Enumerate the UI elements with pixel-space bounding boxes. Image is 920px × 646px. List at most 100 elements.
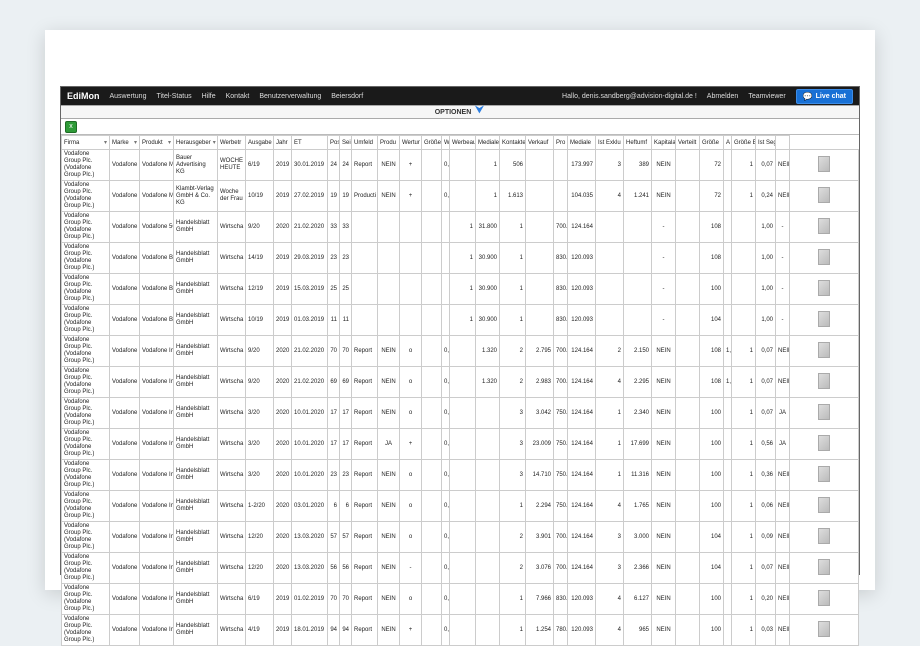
- filter-icon[interactable]: ▾: [168, 139, 171, 146]
- thumbnail-cell[interactable]: [790, 243, 859, 274]
- col-header[interactable]: Ist Segr: [756, 136, 776, 150]
- thumbnail-cell[interactable]: [790, 274, 859, 305]
- cell: [476, 460, 500, 491]
- thumbnail-cell[interactable]: [790, 367, 859, 398]
- table-row[interactable]: Vodafone Group Plc. (Vodafone Group Plc.…: [62, 367, 859, 398]
- cell: 1,06: [724, 336, 732, 367]
- thumbnail-cell[interactable]: [790, 522, 859, 553]
- table-row[interactable]: Vodafone Group Plc. (Vodafone Group Plc.…: [62, 336, 859, 367]
- col-header[interactable]: A: [724, 136, 732, 150]
- col-header[interactable]: Umfeld: [352, 136, 378, 150]
- col-header[interactable]: Werbeau: [450, 136, 476, 150]
- cell: 3/20: [246, 429, 274, 460]
- col-header[interactable]: Verkauf: [526, 136, 554, 150]
- livechat-button[interactable]: Live chat: [796, 89, 853, 104]
- cell: 1-2/20: [246, 491, 274, 522]
- col-header[interactable]: Werbetr: [218, 136, 246, 150]
- col-header[interactable]: Produkt▾: [140, 136, 174, 150]
- col-header[interactable]: [776, 136, 790, 150]
- cell: 3: [500, 398, 526, 429]
- menu-item[interactable]: Benutzerverwaltung: [259, 93, 321, 100]
- thumbnail-cell[interactable]: [790, 429, 859, 460]
- cell: 124.164: [568, 429, 596, 460]
- col-header[interactable]: Marke▾: [110, 136, 140, 150]
- cell: 750.000: [554, 491, 568, 522]
- table-row[interactable]: Vodafone Group Plc. (Vodafone Group Plc.…: [62, 522, 859, 553]
- link-logout[interactable]: Abmelden: [707, 93, 739, 100]
- cell: JA: [776, 429, 790, 460]
- col-header[interactable]: ET: [292, 136, 328, 150]
- table-row[interactable]: Vodafone Group Plc. (Vodafone Group Plc.…: [62, 553, 859, 584]
- table-row[interactable]: Vodafone Group Plc. (Vodafone Group Plc.…: [62, 150, 859, 181]
- col-header[interactable]: Verteilt: [676, 136, 700, 150]
- cell: 33: [340, 212, 352, 243]
- thumbnail-cell[interactable]: [790, 305, 859, 336]
- thumbnail-cell[interactable]: [790, 150, 859, 181]
- table-row[interactable]: Vodafone Group Plc. (Vodafone Group Plc.…: [62, 429, 859, 460]
- cell: 1: [596, 429, 624, 460]
- options-bar[interactable]: OPTIONEN ⮟: [61, 105, 859, 119]
- col-header[interactable]: W: [442, 136, 450, 150]
- menu-item[interactable]: Titel-Status: [156, 93, 191, 100]
- table-row[interactable]: Vodafone Group Plc. (Vodafone Group Plc.…: [62, 305, 859, 336]
- col-header[interactable]: Ist Exklu: [596, 136, 624, 150]
- cell: [400, 274, 422, 305]
- col-header[interactable]: Größe E: [732, 136, 756, 150]
- menu-item[interactable]: Beiersdorf: [331, 93, 363, 100]
- filter-icon[interactable]: ▾: [134, 139, 137, 146]
- cell: Handelsblatt GmbH: [174, 553, 218, 584]
- cell: o: [400, 336, 422, 367]
- table-row[interactable]: Vodafone Group Plc. (Vodafone Group Plc.…: [62, 212, 859, 243]
- menu-item[interactable]: Hilfe: [202, 93, 216, 100]
- col-header[interactable]: Mediale: [568, 136, 596, 150]
- thumbnail-cell[interactable]: [790, 181, 859, 212]
- cell: Vodafone Image: [140, 367, 174, 398]
- cell: 4: [596, 615, 624, 646]
- col-header[interactable]: Firma▾: [62, 136, 110, 150]
- cell: 56: [328, 553, 340, 584]
- table-row[interactable]: Vodafone Group Plc. (Vodafone Group Plc.…: [62, 615, 859, 646]
- table-row[interactable]: Vodafone Group Plc. (Vodafone Group Plc.…: [62, 243, 859, 274]
- thumbnail-cell[interactable]: [790, 212, 859, 243]
- col-header[interactable]: Ausgabe: [246, 136, 274, 150]
- cell: 70: [340, 584, 352, 615]
- table-row[interactable]: Vodafone Group Plc. (Vodafone Group Plc.…: [62, 460, 859, 491]
- excel-export-button[interactable]: x: [65, 121, 77, 133]
- col-header[interactable]: Jahr: [274, 136, 292, 150]
- col-header[interactable]: Pos: [328, 136, 340, 150]
- table-row[interactable]: Vodafone Group Plc. (Vodafone Group Plc.…: [62, 491, 859, 522]
- col-header[interactable]: Größe: [700, 136, 724, 150]
- filter-icon[interactable]: ▾: [213, 139, 216, 146]
- cell: Report: [352, 150, 378, 181]
- menu-item[interactable]: Auswertung: [110, 93, 147, 100]
- cell: 830.000: [554, 584, 568, 615]
- cell: 2.295: [624, 367, 652, 398]
- thumbnail-cell[interactable]: [790, 584, 859, 615]
- table-row[interactable]: Vodafone Group Plc. (Vodafone Group Plc.…: [62, 584, 859, 615]
- col-header[interactable]: Herausgeber▾: [174, 136, 218, 150]
- col-header[interactable]: Wertur: [400, 136, 422, 150]
- cell: NEIN: [652, 553, 676, 584]
- col-header[interactable]: Produ: [378, 136, 400, 150]
- col-header[interactable]: Kapitala: [652, 136, 676, 150]
- thumbnail-cell[interactable]: [790, 491, 859, 522]
- cell: -: [776, 243, 790, 274]
- thumbnail-cell[interactable]: [790, 398, 859, 429]
- table-row[interactable]: Vodafone Group Plc. (Vodafone Group Plc.…: [62, 274, 859, 305]
- cell: [624, 274, 652, 305]
- thumbnail-cell[interactable]: [790, 553, 859, 584]
- table-row[interactable]: Vodafone Group Plc. (Vodafone Group Plc.…: [62, 398, 859, 429]
- col-header[interactable]: Pro: [554, 136, 568, 150]
- col-header[interactable]: Heftumf: [624, 136, 652, 150]
- thumbnail-cell[interactable]: [790, 336, 859, 367]
- table-row[interactable]: Vodafone Group Plc. (Vodafone Group Plc.…: [62, 181, 859, 212]
- filter-icon[interactable]: ▾: [104, 139, 107, 146]
- thumbnail-cell[interactable]: [790, 460, 859, 491]
- col-header[interactable]: Kontakte: [500, 136, 526, 150]
- menu-item[interactable]: Kontakt: [226, 93, 250, 100]
- link-teamviewer[interactable]: Teamviewer: [748, 93, 785, 100]
- col-header[interactable]: Mediale: [476, 136, 500, 150]
- thumbnail-cell[interactable]: [790, 615, 859, 646]
- col-header[interactable]: Sei: [340, 136, 352, 150]
- col-header[interactable]: Größe: [422, 136, 442, 150]
